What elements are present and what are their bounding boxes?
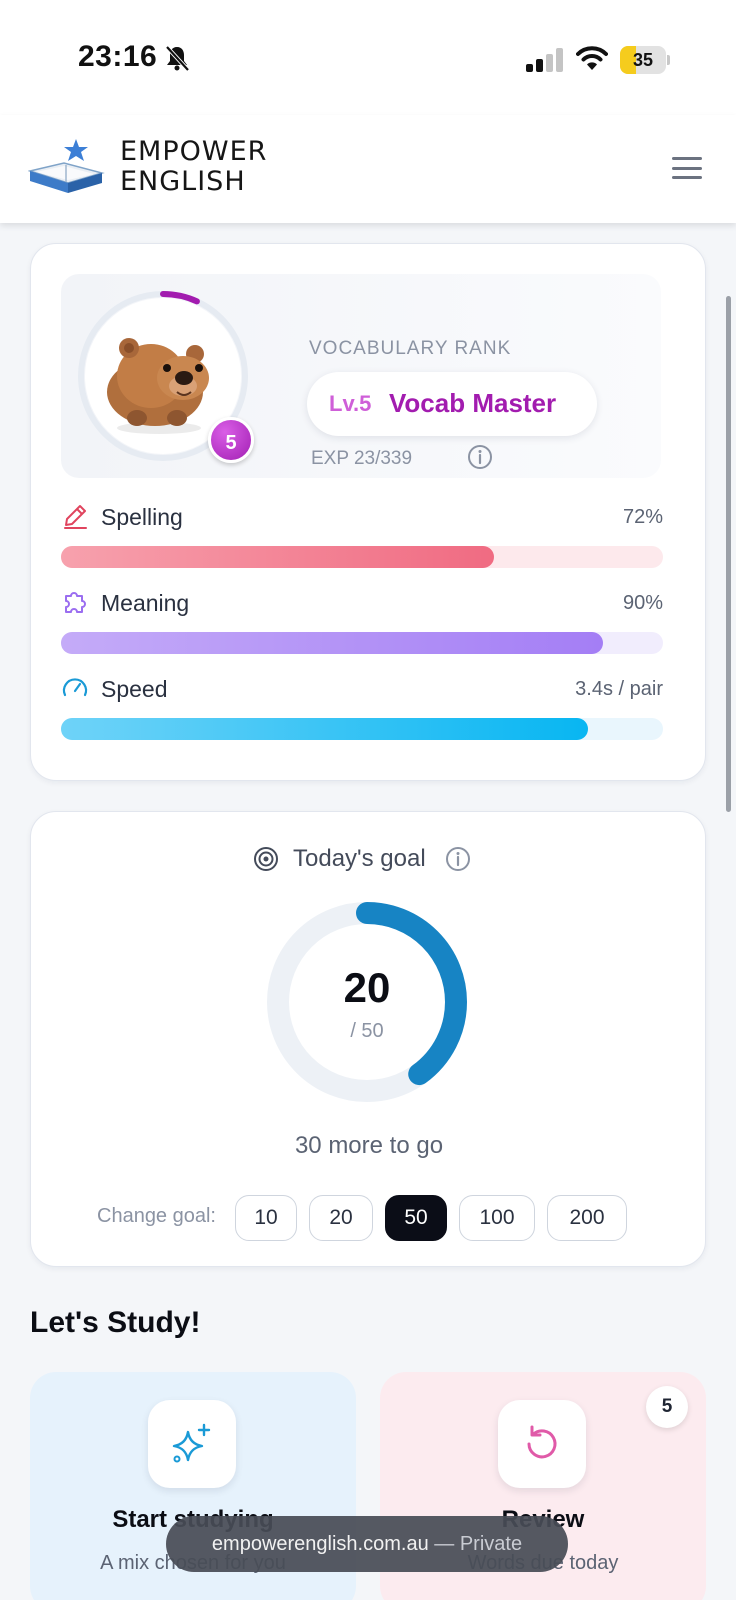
review-icon-box bbox=[498, 1400, 586, 1488]
goal-remaining-text: 30 more to go bbox=[294, 1132, 444, 1159]
stat-fill bbox=[61, 718, 589, 740]
wombat-avatar bbox=[107, 338, 209, 434]
goal-option-50[interactable]: 50 bbox=[385, 1195, 447, 1241]
stat-value: 3.4s / pair bbox=[575, 678, 663, 700]
stat-label: Meaning bbox=[101, 590, 190, 616]
level-badge: 5 bbox=[208, 417, 254, 463]
goal-total: / 50 bbox=[350, 1020, 384, 1042]
stat-label: Spelling bbox=[101, 504, 183, 530]
battery-icon: 35 bbox=[620, 46, 670, 74]
rank-title: Vocab Master bbox=[389, 388, 557, 418]
goal-header: Today's goal bbox=[31, 844, 707, 874]
browser-mode: — Private bbox=[434, 1533, 523, 1555]
exp-info-icon[interactable] bbox=[467, 444, 493, 470]
vocabulary-rank-card: VOCABULARY RANK Lv.5 Vocab Master EXP 23… bbox=[30, 243, 706, 781]
refresh-icon bbox=[527, 1425, 557, 1459]
hamburger-menu-icon[interactable] bbox=[672, 153, 702, 183]
goal-title: Today's goal bbox=[293, 845, 426, 872]
exp-text: EXP 23/339 bbox=[311, 448, 413, 469]
change-goal-label: Change goal: bbox=[97, 1205, 216, 1227]
stat-value: 90% bbox=[622, 592, 663, 614]
silent-bell-icon bbox=[165, 45, 190, 72]
review-count-badge: 5 bbox=[646, 1386, 688, 1428]
wifi-icon bbox=[576, 46, 608, 70]
status-bar: 23:16 35 bbox=[0, 0, 736, 115]
logo-line-2: ENGLISH bbox=[120, 166, 246, 197]
stat-fill bbox=[61, 546, 495, 568]
lets-study-heading: Let's Study! bbox=[30, 1306, 201, 1339]
goal-option-10[interactable]: 10 bbox=[235, 1195, 297, 1241]
stat-label: Speed bbox=[101, 676, 168, 702]
stat-track bbox=[61, 718, 663, 740]
browser-url-pill[interactable]: empowerenglish.com.au — Private bbox=[166, 1516, 568, 1572]
speedometer-icon bbox=[62, 678, 88, 697]
battery-level: 35 bbox=[632, 50, 654, 70]
rank-pill: Lv.5 Vocab Master bbox=[307, 372, 597, 436]
pencil-icon bbox=[64, 505, 87, 529]
goal-current-count: 20 bbox=[343, 964, 391, 1011]
page-scrollbar[interactable] bbox=[726, 296, 731, 812]
goal-option-20[interactable]: 20 bbox=[309, 1195, 373, 1241]
book-star-logo-icon[interactable] bbox=[28, 137, 106, 199]
goal-option-200[interactable]: 200 bbox=[547, 1195, 627, 1241]
rank-label: VOCABULARY RANK bbox=[309, 338, 512, 359]
cellular-signal-icon bbox=[526, 48, 563, 72]
stat-value: 72% bbox=[622, 506, 663, 528]
goal-option-100[interactable]: 100 bbox=[459, 1195, 535, 1241]
start-icon-box bbox=[148, 1400, 236, 1488]
sparkles-icon bbox=[172, 1423, 211, 1463]
stat-fill bbox=[61, 632, 603, 654]
brand-logo-text[interactable]: EMPOWER ENGLISH bbox=[120, 137, 267, 197]
target-icon bbox=[254, 847, 278, 871]
rank-level: Lv.5 bbox=[329, 391, 372, 416]
app-header: EMPOWER ENGLISH bbox=[0, 115, 736, 223]
logo-line-1: EMPOWER bbox=[120, 136, 268, 167]
status-time: 23:16 bbox=[78, 40, 158, 73]
browser-domain: empowerenglish.com.au bbox=[211, 1533, 429, 1555]
stat-track bbox=[61, 632, 663, 654]
todays-goal-card: Today's goal 20 / 50 30 more to go Chang… bbox=[30, 811, 706, 1267]
puzzle-icon bbox=[65, 592, 86, 613]
goal-info-icon[interactable] bbox=[445, 846, 471, 872]
stat-track bbox=[61, 546, 663, 568]
